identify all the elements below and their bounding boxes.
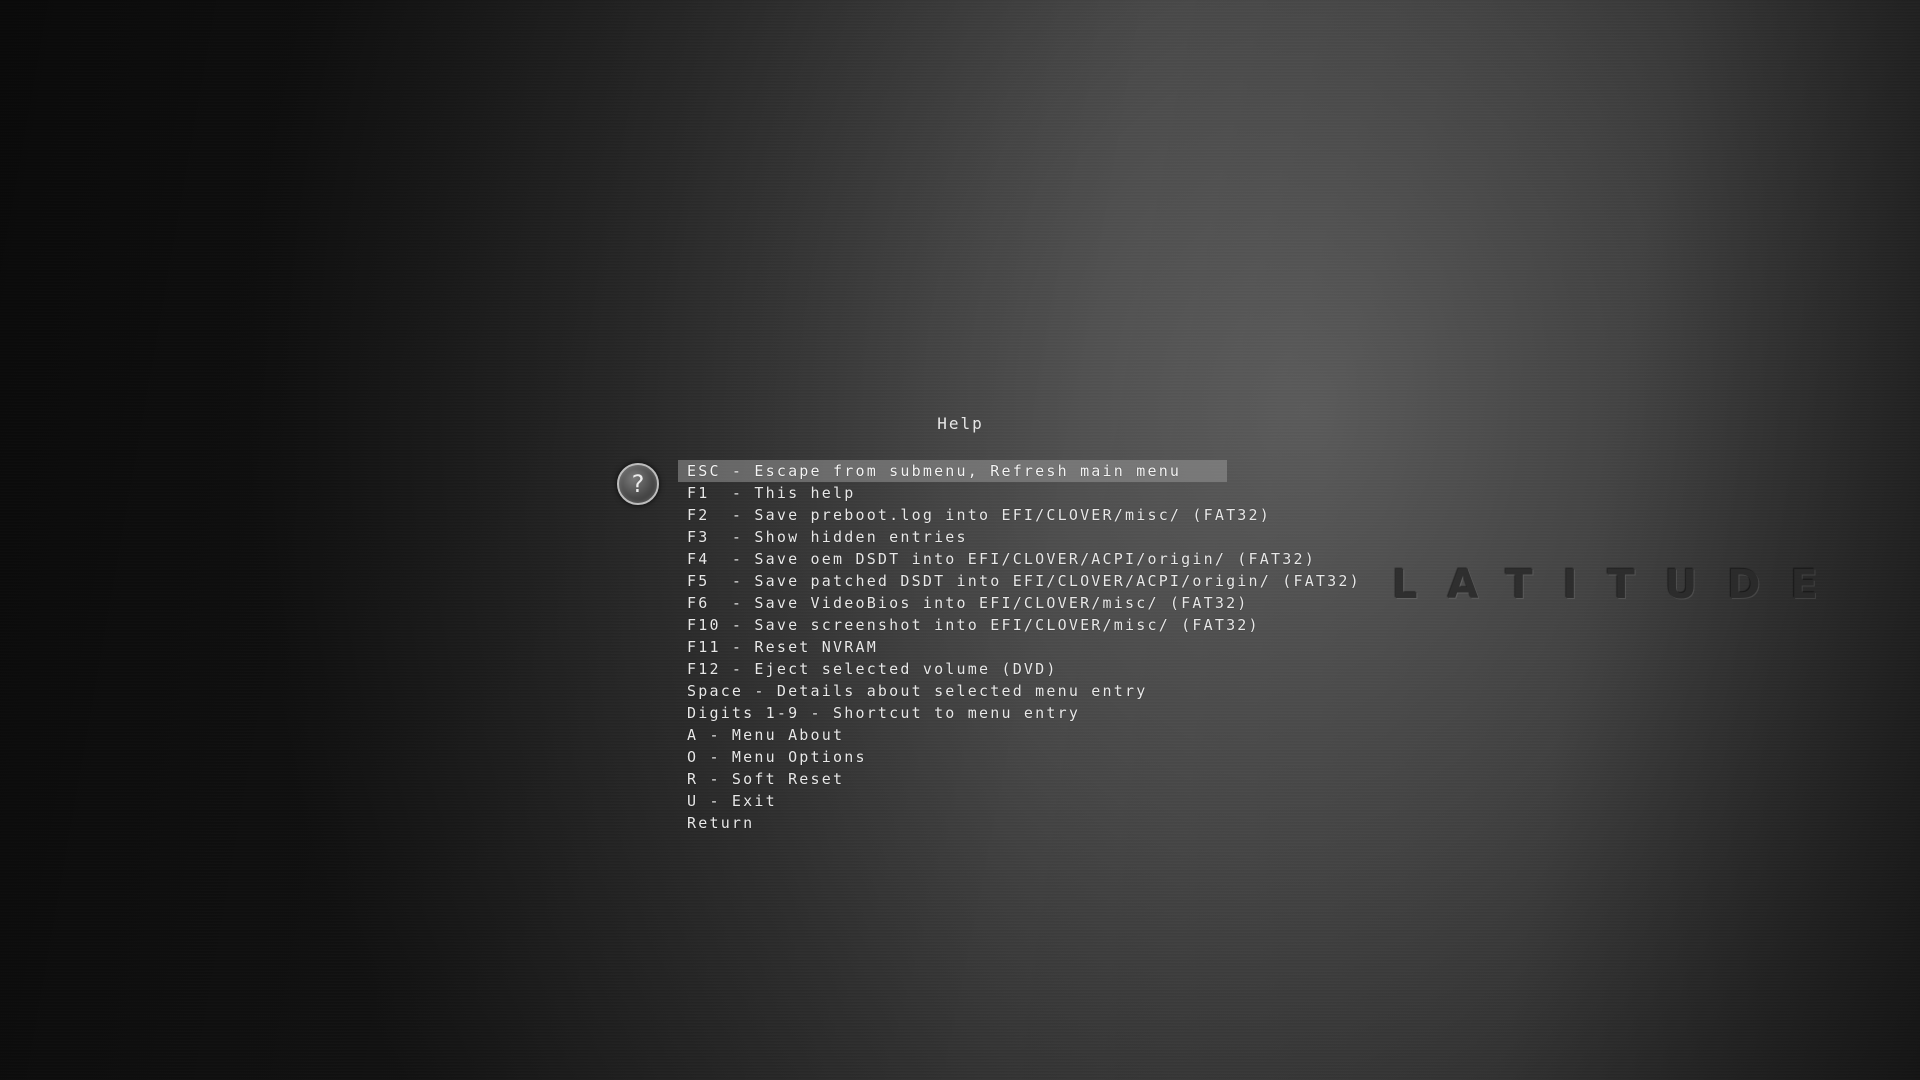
menu-item-f1[interactable]: F1 - This help xyxy=(678,482,1361,504)
menu-item-f3[interactable]: F3 - Show hidden entries xyxy=(678,526,1361,548)
menu-item-space[interactable]: Space - Details about selected menu entr… xyxy=(678,680,1361,702)
menu-item-f12[interactable]: F12 - Eject selected volume (DVD) xyxy=(678,658,1361,680)
menu-item-f6[interactable]: F6 - Save VideoBios into EFI/CLOVER/misc… xyxy=(678,592,1361,614)
menu-item-soft-reset[interactable]: R - Soft Reset xyxy=(678,768,1361,790)
help-menu-list: ESC - Escape from submenu, Refresh main … xyxy=(678,460,1361,834)
menu-item-exit[interactable]: U - Exit xyxy=(678,790,1361,812)
menu-item-f11[interactable]: F11 - Reset NVRAM xyxy=(678,636,1361,658)
menu-item-options[interactable]: O - Menu Options xyxy=(678,746,1361,768)
help-question-icon: ? xyxy=(617,463,659,505)
page-title: Help xyxy=(0,414,1920,433)
menu-item-esc[interactable]: ESC - Escape from submenu, Refresh main … xyxy=(678,460,1227,482)
menu-item-f2[interactable]: F2 - Save preboot.log into EFI/CLOVER/mi… xyxy=(678,504,1361,526)
menu-item-about[interactable]: A - Menu About xyxy=(678,724,1361,746)
brand-watermark: LATITUDE xyxy=(1392,562,1848,608)
menu-item-f5[interactable]: F5 - Save patched DSDT into EFI/CLOVER/A… xyxy=(678,570,1361,592)
question-mark-glyph: ? xyxy=(631,470,645,498)
menu-item-digits[interactable]: Digits 1-9 - Shortcut to menu entry xyxy=(678,702,1361,724)
title-text: Help xyxy=(937,414,984,433)
menu-item-f4[interactable]: F4 - Save oem DSDT into EFI/CLOVER/ACPI/… xyxy=(678,548,1361,570)
menu-item-return[interactable]: Return xyxy=(678,812,1361,834)
menu-item-f10[interactable]: F10 - Save screenshot into EFI/CLOVER/mi… xyxy=(678,614,1361,636)
